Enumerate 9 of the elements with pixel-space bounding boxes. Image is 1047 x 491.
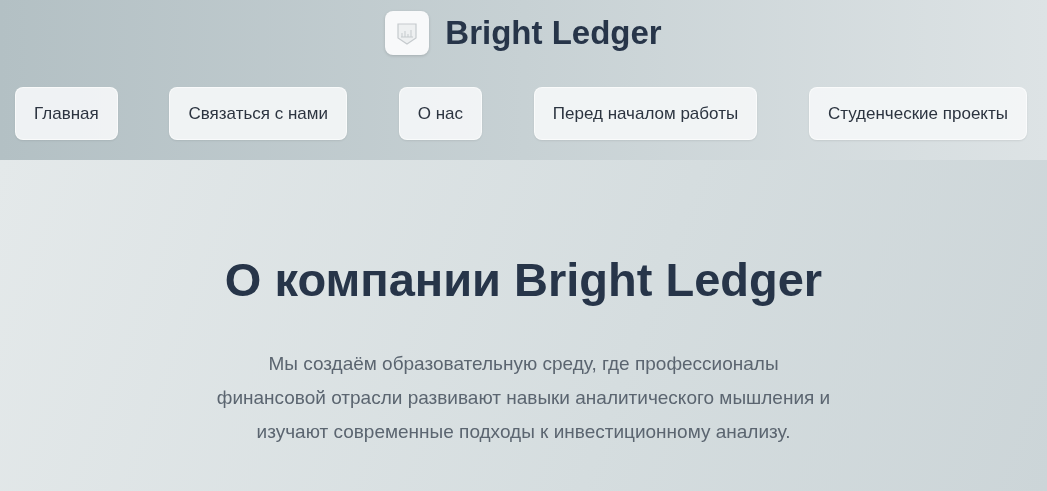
brand-name: Bright Ledger <box>445 14 662 52</box>
nav-button[interactable]: О нас <box>398 87 483 140</box>
nav-button[interactable]: Связаться с нами <box>169 87 347 140</box>
hero-text: Мы создаём образовательную среду, где профессионалы финансовой отрасли развивают навыки аналитического мышления и изучают современные подходы к инвестиционному анализу. <box>215 352 832 444</box>
nav-button[interactable]: Главная <box>15 87 118 140</box>
nav-button[interactable]: Перед началом работы <box>533 87 758 140</box>
nav-button[interactable]: Студенческие проекты <box>808 87 1027 140</box>
hero-title: О компании Bright Ledger <box>224 252 823 307</box>
logo-icon <box>385 11 430 55</box>
